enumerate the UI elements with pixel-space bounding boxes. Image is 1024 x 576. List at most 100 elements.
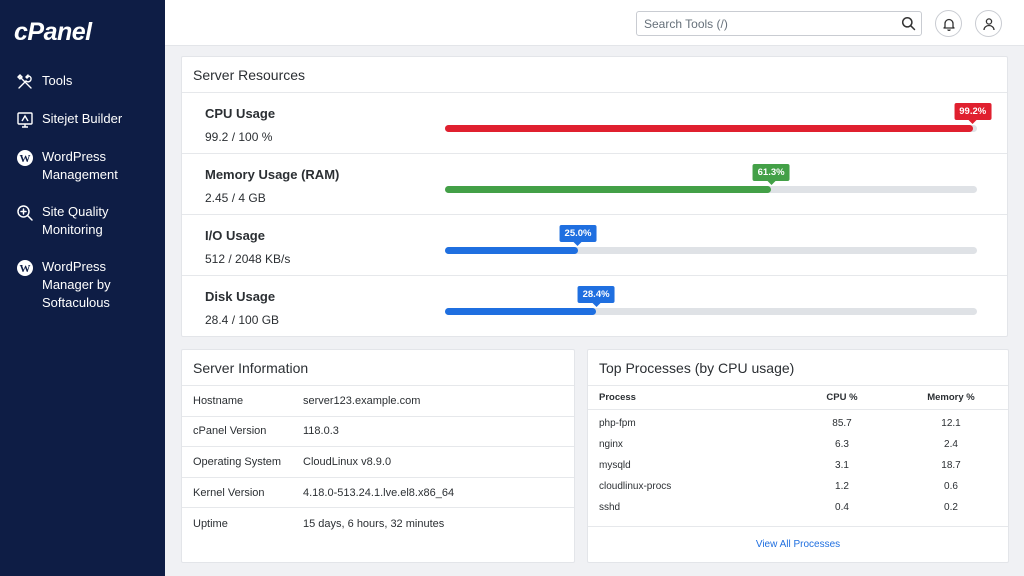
info-key: Kernel Version (193, 486, 265, 499)
resource-row-cpu: CPU Usage 99.2 / 100 % 99.2% (182, 93, 1007, 154)
resource-label: Memory Usage (RAM) (205, 167, 340, 182)
progress-fill (445, 125, 973, 132)
server-information-card: Server Information Hostname server123.exa… (181, 349, 575, 563)
process-list: php-fpm 85.7 12.1 nginx 6.3 2.4 mysqld 3.1 18.… (588, 410, 1008, 518)
table-row: cloudlinux-procs 1.2 0.6 (588, 476, 1008, 497)
top-processes-card: Top Processes (by CPU usage) Process CPU… (587, 349, 1009, 563)
resource-row-disk: Disk Usage 28.4 / 100 GB 28.4% (182, 276, 1007, 337)
sitejet-icon (16, 111, 34, 129)
processes-footer: View All Processes (588, 526, 1008, 562)
process-name: cloudlinux-procs (599, 481, 672, 492)
process-memory: 12.1 (941, 418, 961, 429)
card-title: Server Resources (182, 57, 1007, 93)
magnifier-plus-icon (16, 204, 34, 222)
server-resources-card: Server Resources CPU Usage 99.2 / 100 % … (181, 56, 1008, 337)
search-input[interactable] (637, 12, 887, 35)
process-name: sshd (599, 502, 621, 513)
process-name: mysqld (599, 460, 631, 471)
cpanel-logo[interactable]: cPanel (14, 18, 92, 47)
info-value: 118.0.3 (303, 425, 339, 438)
svg-text:W: W (20, 153, 31, 165)
table-row: cPanel Version 118.0.3 (182, 417, 574, 448)
info-value: 4.18.0-513.24.1.lve.el8.x86_64 (303, 486, 455, 499)
table-row: php-fpm 85.7 12.1 (588, 413, 1008, 434)
percent-badge: 99.2% (954, 103, 992, 124)
resource-row-io: I/O Usage 512 / 2048 KB/s 25.0% (182, 215, 1007, 276)
table-header: Process CPU % Memory % (588, 386, 1008, 410)
process-memory: 2.4 (944, 439, 958, 450)
process-name: php-fpm (599, 418, 636, 429)
info-value: CloudLinux v8.9.0 (303, 455, 392, 468)
column-header-process: Process (599, 392, 636, 403)
search-icon[interactable] (901, 16, 916, 31)
info-key: cPanel Version (193, 425, 267, 438)
card-title: Server Information (182, 350, 574, 386)
info-key: Hostname (193, 394, 244, 407)
progress-bar: 99.2% (445, 103, 992, 132)
percent-badge: 28.4% (577, 286, 615, 307)
card-title: Top Processes (by CPU usage) (588, 350, 1008, 386)
resource-value: 512 / 2048 KB/s (205, 252, 291, 266)
process-cpu: 3.1 (835, 460, 849, 471)
progress-fill (445, 308, 597, 315)
resource-label: I/O Usage (205, 228, 265, 243)
resource-value: 2.45 / 4 GB (205, 191, 266, 205)
notifications-button[interactable] (935, 10, 962, 37)
sidebar-item-label: WordPress Manager by Softaculous (42, 259, 111, 310)
sidebar-item-label: Sitejet Builder (42, 111, 123, 126)
user-icon (982, 17, 996, 31)
user-menu-button[interactable] (975, 10, 1002, 37)
sidebar-nav: Tools Sitejet Builder W WordPress Manage… (0, 68, 165, 327)
progress-bar: 28.4% (445, 286, 977, 315)
progress-fill (445, 186, 772, 193)
progress-bar: 61.3% (445, 164, 977, 193)
tools-icon (16, 73, 34, 91)
table-row: Kernel Version 4.18.0-513.24.1.lve.el8.x8… (182, 478, 574, 509)
resource-label: Disk Usage (205, 289, 276, 304)
table-row: Uptime 15 days, 6 hours, 32 minutes (182, 508, 574, 539)
sidebar-item-label: Tools (42, 73, 73, 88)
sidebar-item-tools[interactable]: Tools (0, 68, 165, 95)
sidebar-item-wordpress-management[interactable]: W WordPress Management (0, 144, 165, 188)
resource-label: CPU Usage (205, 106, 276, 121)
sidebar-item-wordpress-manager-softaculous[interactable]: W WordPress Manager by Softaculous (0, 254, 165, 316)
svg-text:W: W (20, 263, 31, 275)
process-memory: 0.6 (944, 481, 958, 492)
info-key: Operating System (193, 455, 282, 468)
progress-bar: 25.0% (445, 225, 977, 254)
wordpress-icon: W (16, 259, 34, 277)
process-cpu: 85.7 (832, 418, 852, 429)
view-all-processes-link[interactable]: View All Processes (756, 539, 840, 550)
process-cpu: 6.3 (835, 439, 849, 450)
resource-value: 28.4 / 100 GB (205, 313, 280, 327)
info-value: 15 days, 6 hours, 32 minutes (303, 517, 445, 530)
wordpress-icon: W (16, 149, 34, 167)
bell-icon (942, 17, 956, 31)
info-key: Uptime (193, 517, 228, 530)
top-header (165, 0, 1024, 46)
info-table: Hostname server123.example.com cPanel Ver… (182, 386, 574, 539)
sidebar-item-label: WordPress Management (42, 149, 118, 182)
sidebar-item-label: Site Quality Monitoring (42, 204, 109, 237)
resource-value: 99.2 / 100 % (205, 130, 273, 144)
process-cpu: 1.2 (835, 481, 849, 492)
table-row: Operating System CloudLinux v8.9.0 (182, 447, 574, 478)
column-header-memory: Memory % (927, 392, 975, 403)
search-box (636, 11, 922, 36)
percent-badge: 25.0% (559, 225, 597, 246)
table-row: mysqld 3.1 18.7 (588, 455, 1008, 476)
table-row: nginx 6.3 2.4 (588, 434, 1008, 455)
process-name: nginx (599, 439, 623, 450)
process-memory: 18.7 (941, 460, 961, 471)
table-row: sshd 0.4 0.2 (588, 497, 1008, 518)
sidebar-item-site-quality[interactable]: Site Quality Monitoring (0, 199, 165, 243)
column-header-cpu: CPU % (826, 392, 858, 403)
sidebar: cPanel Tools Sitejet Builder W WordPress… (0, 0, 165, 576)
progress-fill (445, 247, 578, 254)
sidebar-item-sitejet[interactable]: Sitejet Builder (0, 106, 165, 133)
percent-badge: 61.3% (752, 164, 790, 185)
info-value: server123.example.com (303, 394, 421, 407)
process-cpu: 0.4 (835, 502, 849, 513)
resource-row-memory: Memory Usage (RAM) 2.45 / 4 GB 61.3% (182, 154, 1007, 215)
process-memory: 0.2 (944, 502, 958, 513)
